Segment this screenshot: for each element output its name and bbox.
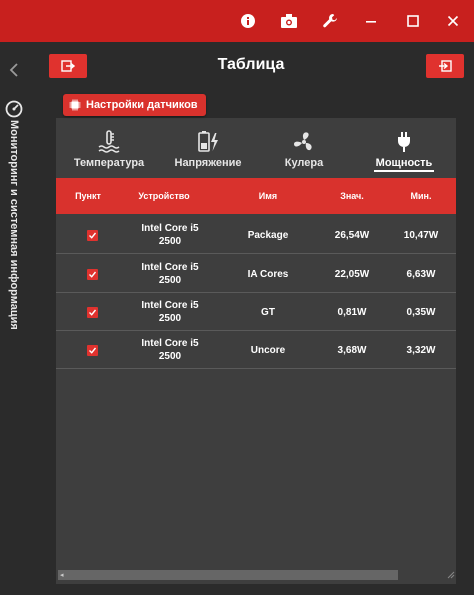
name-cell: Uncore <box>250 344 286 356</box>
tab-fans[interactable]: Кулера <box>274 128 334 176</box>
title-bar <box>0 0 474 42</box>
thermometer-icon <box>96 130 122 154</box>
table-row[interactable]: Intel Core i5 2500 GT 0,81W 0,35W <box>56 293 456 331</box>
row-checkbox[interactable] <box>86 268 98 280</box>
close-icon[interactable] <box>437 6 469 36</box>
column-header[interactable]: Устройство <box>120 178 208 214</box>
fan-icon <box>291 130 317 154</box>
row-checkbox[interactable] <box>86 306 98 318</box>
back-chevron-icon[interactable] <box>4 58 24 82</box>
chip-icon <box>69 99 81 111</box>
table-row[interactable]: Intel Core i5 2500 Uncore 3,68W 3,32W <box>56 331 456 369</box>
scroll-left-icon[interactable]: ◂ <box>60 571 64 579</box>
tab-label: Кулера <box>284 157 324 169</box>
tab-power[interactable]: Мощность <box>366 128 442 176</box>
active-tab-indicator <box>374 170 434 172</box>
value-cell: 26,54W <box>334 229 370 241</box>
value-cell: 0,81W <box>337 306 367 318</box>
min-cell: 10,47W <box>403 229 439 241</box>
tab-label: Мощность <box>375 157 433 169</box>
check-icon <box>88 271 96 278</box>
camera-icon[interactable] <box>273 6 305 36</box>
row-checkbox[interactable] <box>86 344 98 356</box>
min-cell: 6,63W <box>406 268 436 280</box>
row-checkbox[interactable] <box>86 229 98 241</box>
page-title: Таблица <box>217 56 285 73</box>
value-cell: 3,68W <box>337 344 367 356</box>
power-plug-icon <box>391 130 417 154</box>
tab-label: Напряжение <box>174 157 242 169</box>
tab-label: Температура <box>73 157 145 169</box>
value-cell: 22,05W <box>334 268 370 280</box>
sidebar-vertical-label[interactable]: Мониторинг и системная информация <box>2 120 26 330</box>
device-cell: Intel Core i5 2500 <box>141 262 199 286</box>
name-cell: IA Cores <box>247 268 289 280</box>
tab-temperature[interactable]: Температура <box>72 128 146 176</box>
name-cell: GT <box>261 306 275 318</box>
table-row[interactable]: Intel Core i5 2500 IA Cores 22,05W 6,63W <box>56 255 456 293</box>
tab-voltage[interactable]: Напряжение <box>172 128 244 176</box>
minimize-icon[interactable] <box>355 6 387 36</box>
maximize-icon[interactable] <box>397 6 429 36</box>
info-icon[interactable] <box>232 6 264 36</box>
wrench-icon[interactable] <box>314 6 346 36</box>
min-cell: 0,35W <box>406 306 436 318</box>
check-icon <box>88 309 96 316</box>
column-header[interactable]: Пункт <box>56 178 120 214</box>
battery-bolt-icon <box>195 130 221 154</box>
check-icon <box>88 347 96 354</box>
column-header[interactable]: Мин. <box>386 178 456 214</box>
table-header: Пункт Устройство Имя Знач. Мин. <box>56 178 456 214</box>
column-header[interactable]: Знач. <box>318 178 386 214</box>
sensor-tabs: Температура Напряжение Кулера Мощность <box>56 128 456 176</box>
horizontal-scrollbar[interactable]: ◂ <box>58 570 398 580</box>
name-cell: Package <box>247 229 289 241</box>
device-cell: Intel Core i5 2500 <box>141 338 199 362</box>
gauge-icon <box>5 100 23 118</box>
device-cell: Intel Core i5 2500 <box>141 223 199 247</box>
import-icon <box>439 60 452 72</box>
sensor-settings-badge[interactable]: Настройки датчиков <box>63 94 206 116</box>
table-row[interactable]: Intel Core i5 2500 Package 26,54W 10,47W <box>56 216 456 254</box>
min-cell: 3,32W <box>406 344 436 356</box>
badge-label: Настройки датчиков <box>86 99 198 111</box>
check-icon <box>88 232 96 239</box>
resize-grip-icon[interactable] <box>446 566 456 580</box>
column-header[interactable]: Имя <box>222 178 314 214</box>
import-button[interactable] <box>426 54 464 78</box>
device-cell: Intel Core i5 2500 <box>141 300 199 324</box>
